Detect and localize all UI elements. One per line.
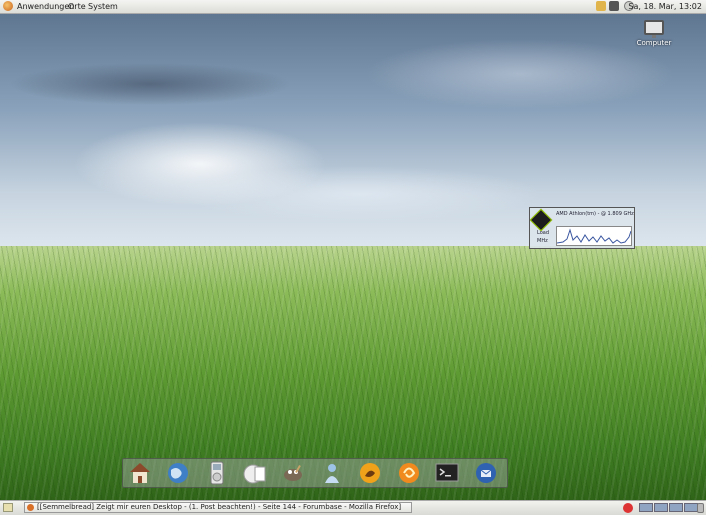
cpu-load-graph (556, 226, 632, 246)
clock[interactable]: Sa, 18. Mar, 13:02 (628, 1, 702, 12)
cpu-freq-label: MHz (537, 238, 548, 244)
bottom-panel: [[Semmelbread] Zeigt mir euren Desktop -… (0, 500, 706, 515)
gnome-foot-icon[interactable] (3, 1, 13, 11)
gimp-icon[interactable] (281, 461, 305, 485)
firefox-icon (27, 504, 34, 511)
desktop[interactable]: Computer AMD Athlon(tm) - @ 1.809 GHz Lo… (0, 14, 706, 500)
workspace-3[interactable] (669, 503, 683, 512)
taskbar-window-button[interactable]: [[Semmelbread] Zeigt mir euren Desktop -… (24, 502, 412, 513)
ipod-icon[interactable] (205, 461, 229, 485)
home-icon[interactable] (128, 461, 152, 485)
globe-icon[interactable] (166, 461, 190, 485)
cpu-chip-icon (529, 208, 553, 232)
desktop-icon-computer[interactable]: Computer (632, 20, 676, 47)
thunderbird-icon[interactable] (474, 461, 498, 485)
workspace-2[interactable] (654, 503, 668, 512)
orange-swirl-icon[interactable] (397, 461, 421, 485)
media-icon[interactable] (358, 461, 382, 485)
cpu-monitor-widget[interactable]: AMD Athlon(tm) - @ 1.809 GHz Load MHz (529, 207, 635, 249)
menu-system[interactable]: System (88, 1, 118, 12)
menu-places[interactable]: Orte (68, 1, 86, 12)
menu-applications[interactable]: Anwendungen (17, 1, 74, 12)
show-desktop-icon[interactable] (3, 503, 13, 512)
trash-icon[interactable] (697, 503, 704, 513)
computer-icon (644, 20, 664, 38)
contact-icon[interactable] (320, 461, 344, 485)
top-panel: Anwendungen Orte System Sa, 18. Mar, 13:… (0, 0, 706, 14)
cpu-load-label: Load (537, 230, 549, 236)
desktop-icon-label: Computer (636, 39, 672, 47)
workspace-1[interactable] (639, 503, 653, 512)
taskbar-window-title: [[Semmelbread] Zeigt mir euren Desktop -… (37, 503, 402, 511)
network-icon[interactable] (609, 1, 619, 11)
notes-icon[interactable] (596, 1, 606, 11)
dock (122, 458, 508, 488)
cpu-title: AMD Athlon(tm) - @ 1.809 GHz (556, 211, 634, 217)
terminal-icon[interactable] (435, 461, 459, 485)
power-icon[interactable] (623, 503, 633, 513)
workspace-4[interactable] (684, 503, 698, 512)
folder-icon[interactable] (243, 461, 267, 485)
